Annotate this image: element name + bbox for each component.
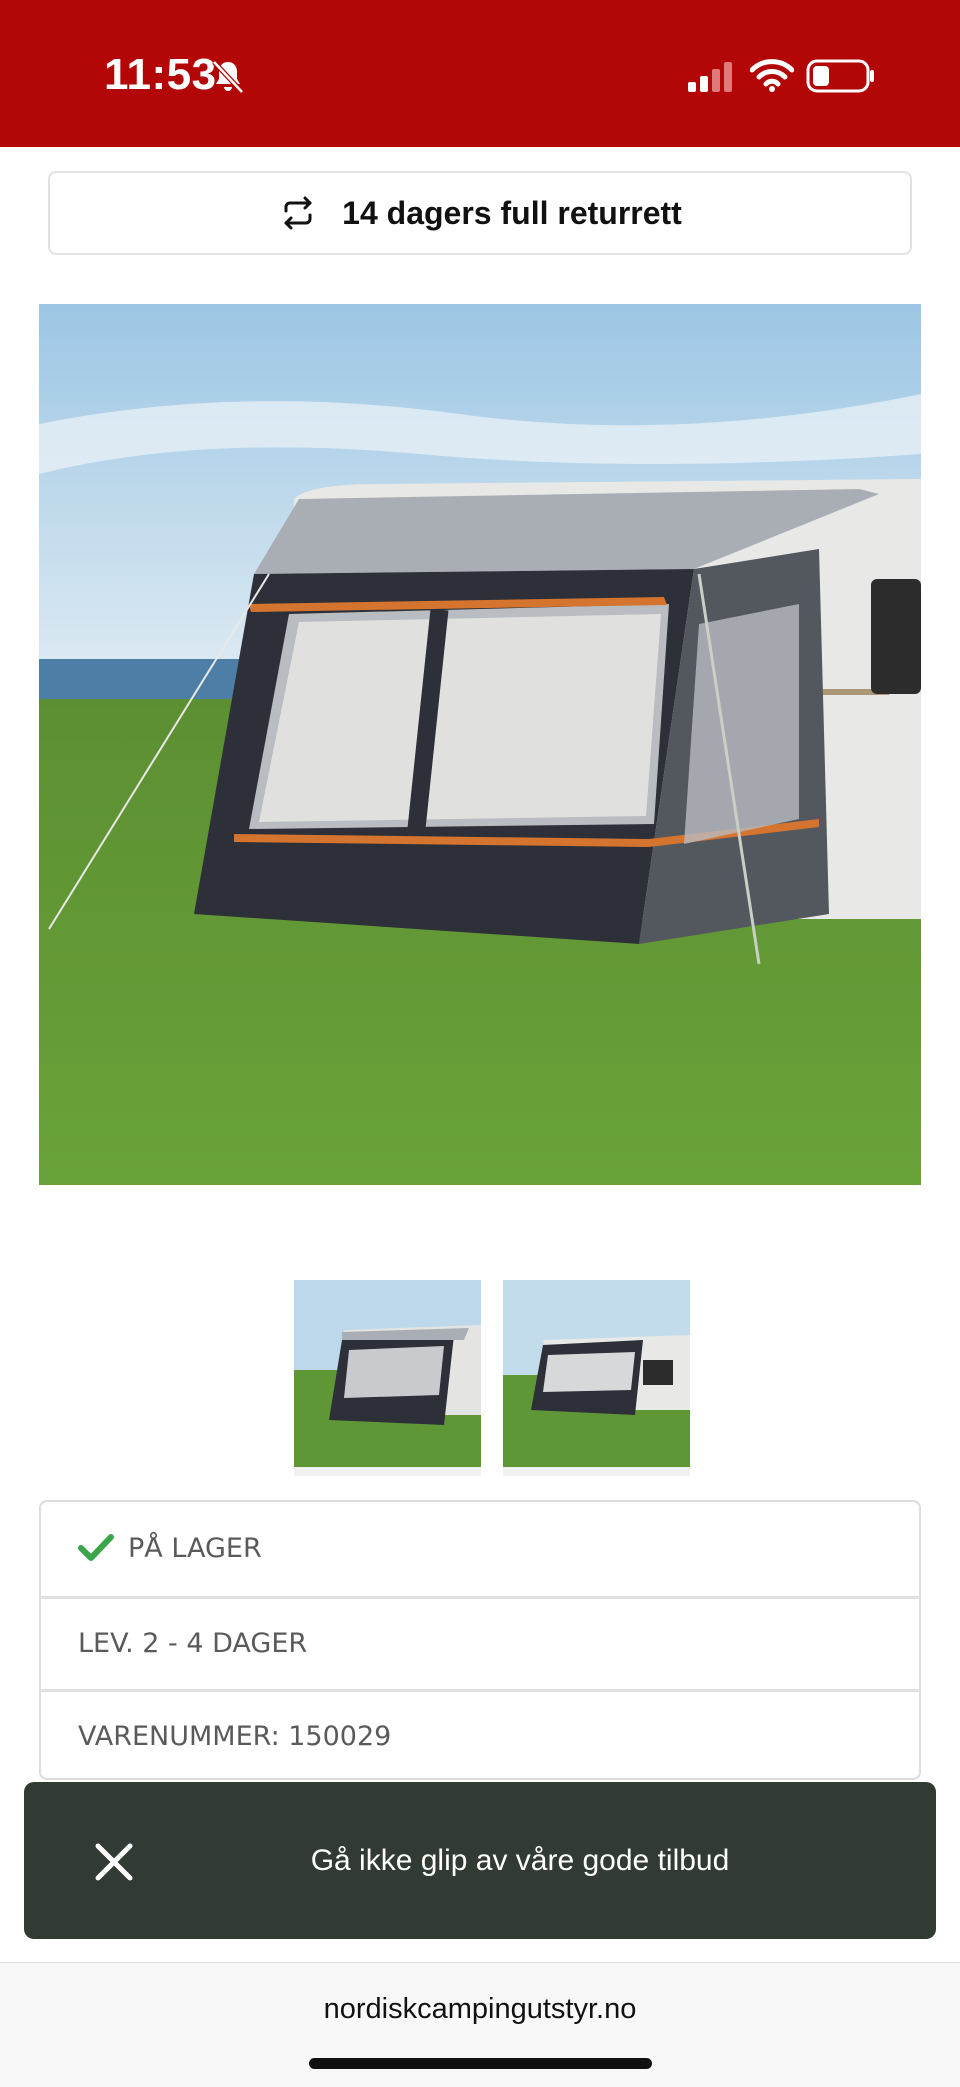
browser-address-bar[interactable]: nordiskcampingutstyr.no: [0, 1962, 960, 2087]
status-time: 11:53: [104, 50, 217, 99]
delivery-time-row: LEV. 2 - 4 DAGER: [41, 1596, 919, 1688]
url-text[interactable]: nordiskcampingutstyr.no: [0, 1993, 960, 2026]
wifi-icon: [750, 59, 794, 92]
stock-status-row: PÅ LAGER: [41, 1502, 919, 1594]
check-icon: [78, 1533, 114, 1563]
product-main-image[interactable]: [39, 304, 921, 1185]
toast-message: Gå ikke glip av våre gode tilbud: [310, 1843, 730, 1877]
item-number-text: VARENUMMER: 150029: [78, 1721, 392, 1752]
thumbnail-shadow: [294, 1467, 481, 1476]
delivery-time-text: LEV. 2 - 4 DAGER: [78, 1628, 308, 1659]
thumbnail-shadow: [503, 1467, 690, 1476]
home-indicator: [309, 2058, 652, 2069]
newsletter-toast[interactable]: Gå ikke glip av våre gode tilbud: [24, 1782, 936, 1939]
repeat-icon: [284, 196, 312, 230]
product-info-box: PÅ LAGER LEV. 2 - 4 DAGER VARENUMMER: 15…: [39, 1500, 921, 1780]
battery-icon: [806, 59, 874, 93]
item-number-row: VARENUMMER: 150029: [41, 1689, 919, 1781]
status-bar: 11:53: [0, 0, 960, 147]
product-thumbnail-1[interactable]: [294, 1280, 481, 1467]
stock-status-text: PÅ LAGER: [128, 1532, 262, 1564]
return-policy-banner[interactable]: 14 dagers full returrett: [48, 171, 912, 255]
cellular-signal-icon: [688, 62, 732, 92]
bell-muted-icon: [212, 60, 244, 94]
product-thumbnail-2[interactable]: [503, 1280, 690, 1467]
return-policy-text: 14 dagers full returrett: [342, 194, 682, 231]
